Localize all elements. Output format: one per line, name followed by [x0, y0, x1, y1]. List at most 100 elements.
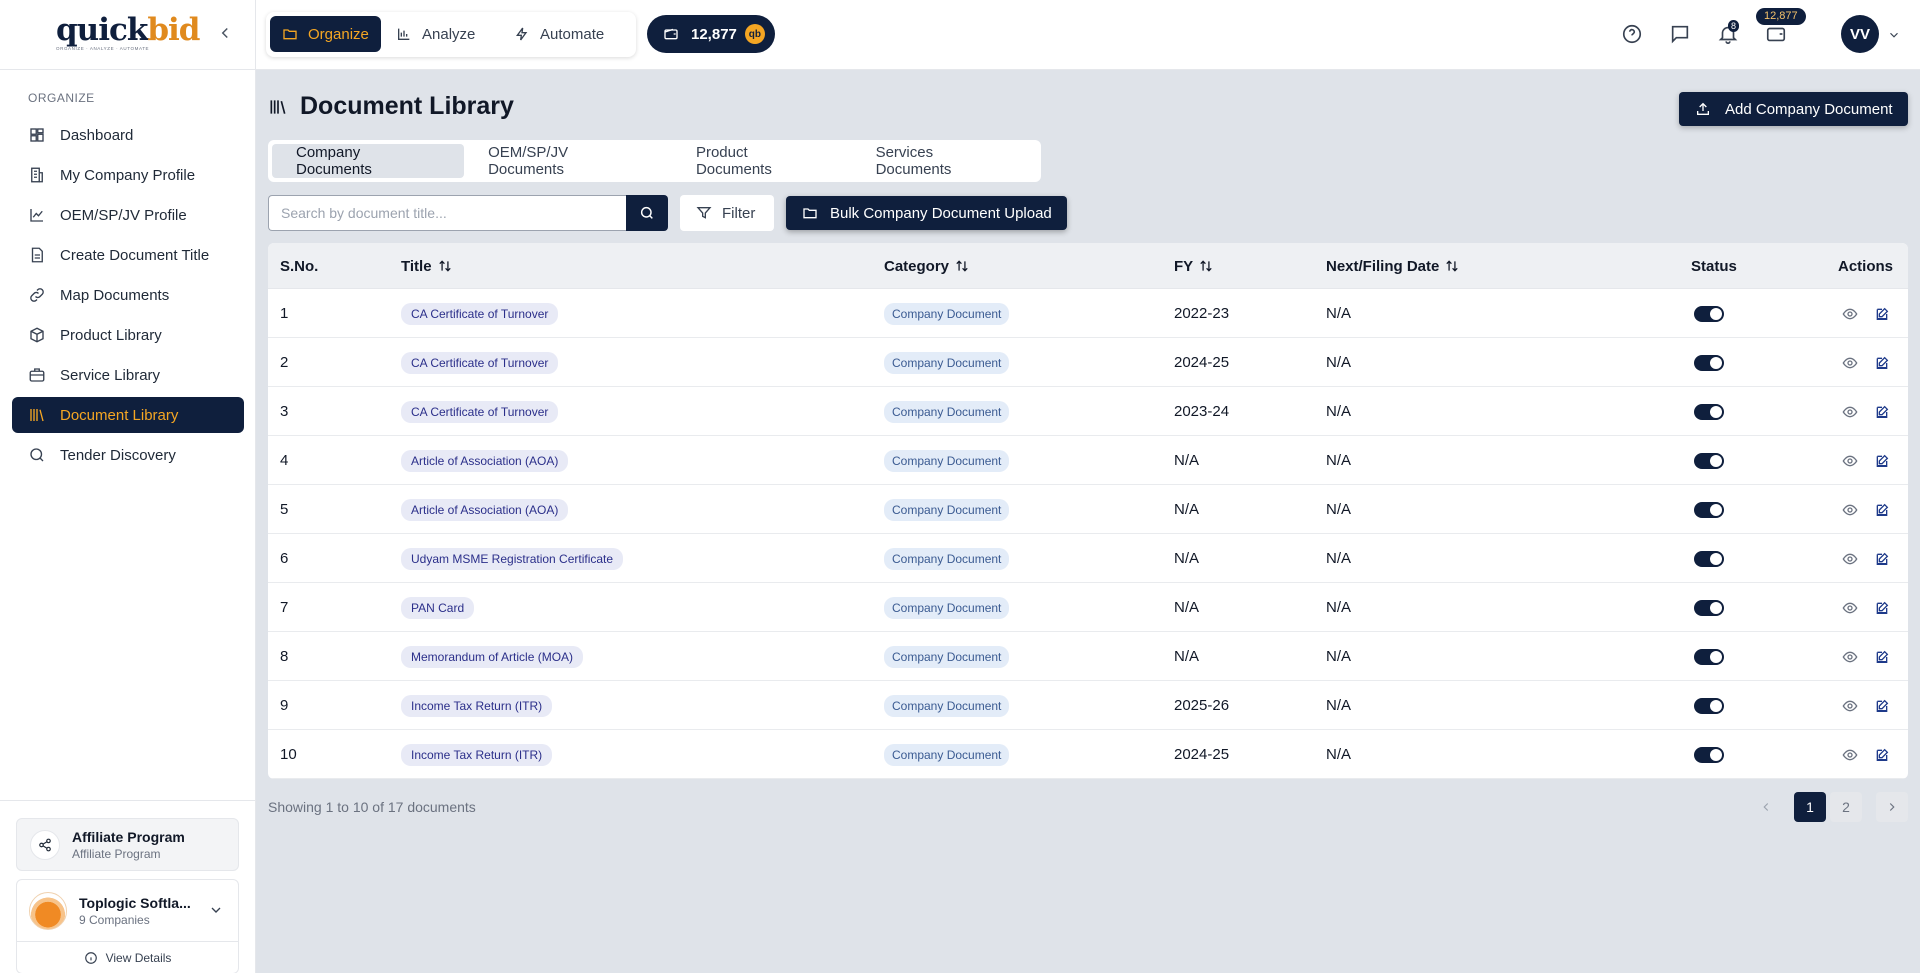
cell-status	[1694, 681, 1724, 730]
cell-fy: 2025-26	[1174, 697, 1230, 714]
pagination-page-2[interactable]: 2	[1830, 792, 1862, 822]
sidebar-item-create-document-title[interactable]: Create Document Title	[12, 237, 244, 273]
sidebar-item-document-library[interactable]: Document Library	[12, 397, 244, 433]
table-body: 1 CA Certificate of Turnover Company Docum…	[268, 289, 1908, 779]
chat-icon[interactable]	[1669, 23, 1691, 45]
edit-icon[interactable]	[1874, 502, 1890, 518]
cell-next-filing-date: N/A	[1326, 746, 1352, 763]
pagination-prev-chevron-icon[interactable]	[1750, 792, 1782, 822]
view-eye-icon[interactable]	[1842, 649, 1858, 665]
status-toggle[interactable]	[1694, 550, 1724, 567]
sort-icon[interactable]	[438, 259, 452, 273]
tab-oem-sp-jv-documents[interactable]: OEM/SP/JV Documents	[464, 144, 672, 178]
sidebar-item-map-documents[interactable]: Map Documents	[12, 277, 244, 313]
cell-next-filing-date: N/A	[1326, 354, 1352, 371]
edit-icon[interactable]	[1874, 551, 1890, 567]
status-toggle[interactable]	[1694, 746, 1724, 763]
edit-icon[interactable]	[1874, 453, 1890, 469]
status-toggle[interactable]	[1694, 305, 1724, 322]
chevron-down-icon[interactable]	[208, 902, 224, 918]
sidebar-item-label: Create Document Title	[60, 246, 210, 264]
search-input[interactable]	[268, 195, 628, 231]
view-eye-icon[interactable]	[1842, 355, 1858, 371]
edit-icon[interactable]	[1874, 600, 1890, 616]
sidebar-item-tender-discovery[interactable]: Tender Discovery	[12, 437, 244, 473]
status-toggle[interactable]	[1694, 648, 1724, 665]
status-toggle[interactable]	[1694, 599, 1724, 616]
status-toggle[interactable]	[1694, 354, 1724, 371]
cell-sno: 7	[280, 599, 289, 616]
tab-product-documents[interactable]: Product Documents	[672, 144, 852, 178]
column-category: Category	[884, 243, 969, 289]
view-eye-icon[interactable]	[1842, 747, 1858, 763]
help-icon[interactable]	[1621, 23, 1643, 45]
notification-bell-icon[interactable]: 8	[1717, 20, 1740, 45]
tab-company-documents[interactable]: Company Documents	[272, 144, 465, 178]
column-status: Status	[1691, 257, 1737, 275]
company-switcher[interactable]: Toplogic Softla... 9 Companies	[17, 880, 238, 942]
view-eye-icon[interactable]	[1842, 306, 1858, 322]
upload-icon	[1697, 102, 1709, 115]
sidebar-item-dashboard[interactable]: Dashboard	[12, 117, 244, 153]
sidebar-item-oem-sp-jv-profile[interactable]: OEM/SP/JV Profile	[12, 197, 244, 233]
view-eye-icon[interactable]	[1842, 551, 1858, 567]
cell-status	[1694, 289, 1724, 338]
sidebar-item-service-library[interactable]: Service Library	[12, 357, 244, 393]
credits-balance-pill[interactable]: 12,877 qb	[647, 15, 775, 53]
cell-fy: 2024-25	[1174, 746, 1230, 763]
pagination-summary: Showing 1 to 10 of 17 documents	[268, 799, 476, 815]
search-button[interactable]	[626, 195, 668, 231]
edit-icon[interactable]	[1874, 355, 1890, 371]
cell-status	[1694, 730, 1724, 779]
cell-next-filing-date: N/A	[1326, 697, 1352, 714]
tab-services-documents[interactable]: Services Documents	[852, 144, 1037, 178]
user-avatar[interactable]: VV	[1841, 15, 1879, 53]
sort-icon[interactable]	[955, 259, 969, 273]
edit-icon[interactable]	[1874, 747, 1890, 763]
edit-icon[interactable]	[1874, 698, 1890, 714]
affiliate-subtitle: Affiliate Program	[72, 846, 161, 861]
edit-icon[interactable]	[1874, 306, 1890, 322]
cell-status	[1694, 436, 1724, 485]
mode-organize-button[interactable]: Organize	[270, 16, 381, 52]
quickbid-logo[interactable]: quickbid ORGANIZE · ANALYZE · AUTOMATE	[56, 14, 201, 54]
mode-analyze-button[interactable]: Analyze	[384, 16, 487, 52]
company-logo	[29, 891, 67, 930]
cell-sno: 4	[280, 452, 289, 469]
status-toggle[interactable]	[1694, 697, 1724, 714]
view-eye-icon[interactable]	[1842, 502, 1858, 518]
sort-icon[interactable]	[1445, 259, 1459, 273]
chevron-down-icon[interactable]	[1887, 28, 1901, 42]
sidebar-item-product-library[interactable]: Product Library	[12, 317, 244, 353]
view-eye-icon[interactable]	[1842, 698, 1858, 714]
pagination-next-chevron-icon[interactable]	[1876, 792, 1908, 822]
wallet-icon[interactable]	[1765, 23, 1787, 45]
sort-icon[interactable]	[1199, 259, 1213, 273]
filter-button[interactable]: Filter	[680, 195, 774, 231]
add-company-document-button[interactable]: Add Company Document	[1679, 92, 1908, 126]
affiliate-program-card[interactable]: Affiliate Program Affiliate Program	[16, 818, 239, 871]
status-toggle[interactable]	[1694, 452, 1724, 469]
edit-icon[interactable]	[1874, 404, 1890, 420]
title-chip: Udyam MSME Registration Certificate	[401, 547, 624, 570]
collapse-sidebar-chevron-left-icon[interactable]	[216, 24, 234, 42]
view-eye-icon[interactable]	[1842, 600, 1858, 616]
cell-sno: 9	[280, 697, 289, 714]
pagination-page-1[interactable]: 1	[1794, 792, 1826, 822]
category-chip: Company Document	[884, 596, 1010, 619]
cell-actions	[1842, 387, 1890, 436]
view-details-link[interactable]: View Details	[17, 942, 238, 973]
table-row: 9 Income Tax Return (ITR) Company Document…	[268, 681, 1908, 730]
category-chip: Company Document	[884, 449, 1010, 472]
search-icon	[28, 446, 46, 464]
bulk-upload-button[interactable]: Bulk Company Document Upload	[786, 196, 1067, 230]
mode-automate-button[interactable]: Automate	[502, 16, 616, 52]
sidebar-item-my-company-profile[interactable]: My Company Profile	[12, 157, 244, 193]
filter-label: Filter	[722, 204, 756, 222]
status-toggle[interactable]	[1694, 403, 1724, 420]
share-icon	[30, 829, 60, 860]
status-toggle[interactable]	[1694, 501, 1724, 518]
view-eye-icon[interactable]	[1842, 453, 1858, 469]
edit-icon[interactable]	[1874, 649, 1890, 665]
view-eye-icon[interactable]	[1842, 404, 1858, 420]
